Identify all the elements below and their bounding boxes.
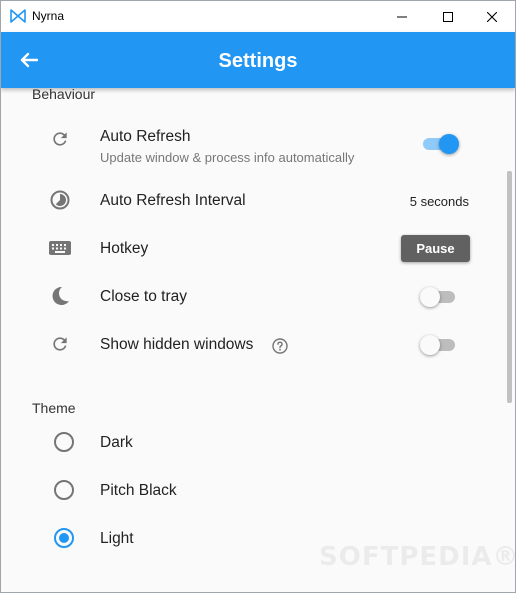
hotkey-pause-button[interactable]: Pause <box>401 235 470 262</box>
help-icon[interactable] <box>272 338 288 354</box>
refresh-icon <box>49 128 71 150</box>
theme-radio-pitch-black[interactable] <box>54 480 74 500</box>
show-hidden-windows-title: Show hidden windows <box>100 336 254 353</box>
section-header-behaviour: Behaviour <box>32 86 96 102</box>
auto-refresh-interval-title: Auto Refresh Interval <box>100 192 246 209</box>
refresh-icon <box>49 333 71 355</box>
moon-icon <box>49 285 71 307</box>
hotkey-row[interactable]: Hotkey Pause <box>1 234 501 264</box>
theme-option-pitch-black[interactable]: Pitch Black <box>1 476 501 506</box>
auto-refresh-interval-value: 5 seconds <box>409 194 469 209</box>
close-icon <box>487 11 497 22</box>
auto-refresh-title: Auto Refresh <box>100 128 191 145</box>
title-bar: Nyrna <box>1 1 515 32</box>
keyboard-icon <box>49 237 71 259</box>
close-to-tray-row[interactable]: Close to tray <box>1 282 501 312</box>
close-button[interactable] <box>469 1 515 32</box>
theme-option-dark[interactable]: Dark <box>1 428 501 458</box>
minimize-icon <box>397 16 407 17</box>
page-title: Settings <box>218 50 298 72</box>
show-hidden-windows-toggle[interactable] <box>419 334 459 356</box>
auto-refresh-row[interactable]: Auto Refresh Update window & process inf… <box>1 122 501 172</box>
theme-radio-dark[interactable] <box>54 432 74 452</box>
theme-radio-light[interactable] <box>54 528 74 548</box>
show-hidden-windows-row[interactable]: Show hidden windows <box>1 330 501 360</box>
app-bar: Settings <box>1 32 515 88</box>
settings-content: Behaviour Auto Refresh Update window & p… <box>1 86 515 592</box>
theme-option-label: Light <box>100 530 134 547</box>
auto-refresh-subtitle: Update window & process info automatical… <box>100 150 355 165</box>
app-window: Nyrna Settings Behaviour Auto Refresh Up… <box>0 0 516 593</box>
theme-option-label: Dark <box>100 434 133 451</box>
close-to-tray-title: Close to tray <box>100 288 188 305</box>
auto-refresh-interval-row[interactable]: Auto Refresh Interval 5 seconds <box>1 186 501 216</box>
maximize-icon <box>443 11 453 22</box>
vertical-scrollbar[interactable] <box>507 171 512 403</box>
timelapse-icon <box>49 189 71 211</box>
window-title: Nyrna <box>32 9 65 23</box>
auto-refresh-toggle[interactable] <box>419 133 459 155</box>
nyrna-logo-icon <box>10 9 26 23</box>
minimize-button[interactable] <box>379 1 425 32</box>
watermark: SOFTPEDIA® <box>319 542 516 572</box>
maximize-button[interactable] <box>425 1 471 32</box>
theme-option-label: Pitch Black <box>100 482 177 499</box>
hotkey-title: Hotkey <box>100 240 149 257</box>
section-header-theme: Theme <box>32 400 76 416</box>
close-to-tray-toggle[interactable] <box>419 286 459 308</box>
